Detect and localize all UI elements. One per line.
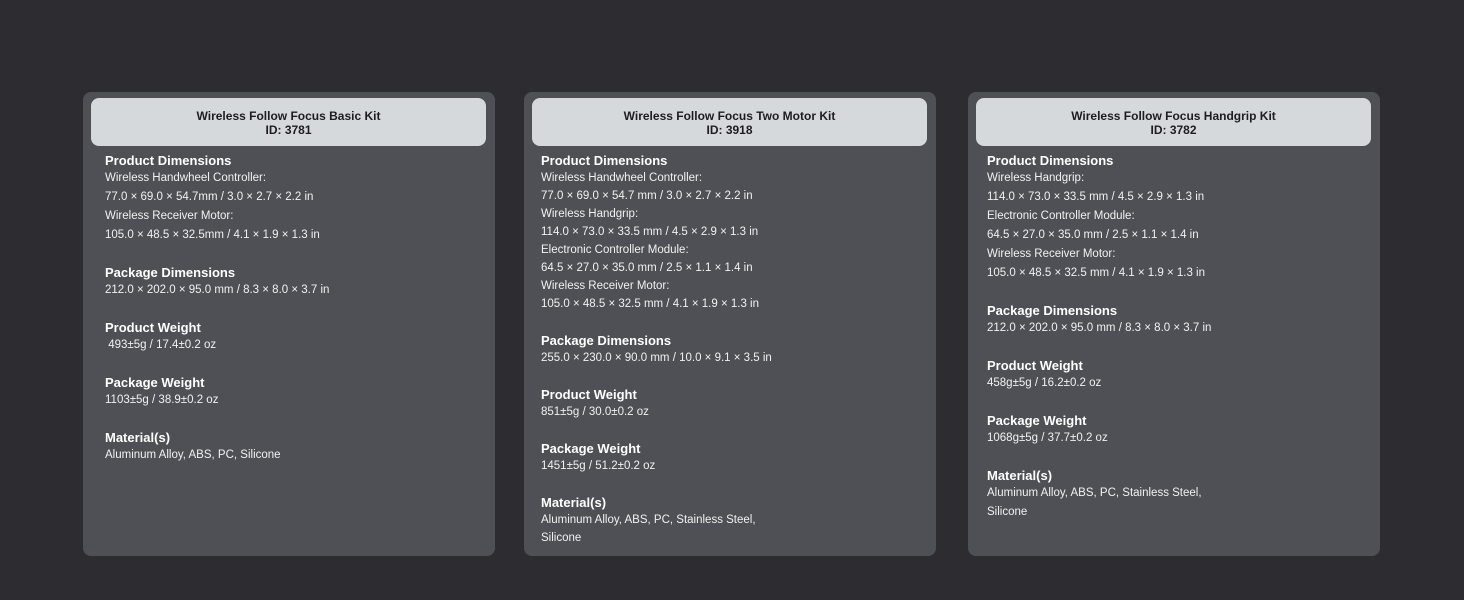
spec-line: 212.0 × 202.0 × 95.0 mm / 8.3 × 8.0 × 3.… <box>105 284 330 296</box>
spec-section: Package Weight 1103±5g / 38.9±0.2 oz <box>105 374 485 410</box>
spec-line: 493±5g / 17.4±0.2 oz <box>105 339 217 351</box>
spec-section-title: Product Dimensions <box>541 153 668 168</box>
spec-section-title: Product Dimensions <box>987 153 1114 168</box>
spec-line: Wireless Handgrip: <box>987 172 1085 184</box>
spec-line: Aluminum Alloy, ABS, PC, Stainless Steel… <box>541 514 756 526</box>
product-id: ID: 3782 <box>1150 123 1197 137</box>
spec-line: 64.5 × 27.0 × 35.0 mm / 2.5 × 1.1 × 1.4 … <box>987 229 1199 241</box>
spec-section: Package Dimensions 212.0 × 202.0 × 95.0 m… <box>987 302 1370 338</box>
spec-line: Electronic Controller Module: <box>541 244 689 256</box>
spec-list: Product Dimensions Wireless Handwheel Con… <box>105 152 485 484</box>
spec-section-title: Package Weight <box>541 441 641 456</box>
spec-line: 77.0 × 69.0 × 54.7mm / 3.0 × 2.7 × 2.2 i… <box>105 191 314 203</box>
spec-section: Package Weight 1068g±5g / 37.7±0.2 oz <box>987 412 1370 448</box>
product-card: Wireless Follow Focus Two Motor Kit ID: … <box>524 92 936 556</box>
spec-section: Product Dimensions Wireless Handgrip: 114.… <box>987 152 1370 283</box>
spec-section: Material(s) Aluminum Alloy, ABS, PC, Stai… <box>541 494 926 547</box>
spec-section: Product Weight 493±5g / 17.4±0.2 oz <box>105 319 485 355</box>
spec-list: Product Dimensions Wireless Handwheel Con… <box>541 152 926 566</box>
spec-line: 77.0 × 69.0 × 54.7 mm / 3.0 × 2.7 × 2.2 … <box>541 190 753 202</box>
spec-list: Product Dimensions Wireless Handgrip: 114.… <box>987 152 1370 541</box>
spec-section-title: Product Weight <box>105 320 201 335</box>
spec-section: Package Dimensions 255.0 × 230.0 × 90.0 m… <box>541 332 926 367</box>
product-title: Wireless Follow Focus Two Motor Kit <box>623 109 836 123</box>
spec-line: Wireless Handwheel Controller: <box>105 172 267 184</box>
spec-line: 851±5g / 30.0±0.2 oz <box>541 406 649 418</box>
spec-line: Wireless Receiver Motor: <box>105 210 234 222</box>
spec-section: Material(s) Aluminum Alloy, ABS, PC, Sili… <box>105 429 485 465</box>
product-id: ID: 3781 <box>265 123 312 137</box>
spec-line: 458g±5g / 16.2±0.2 oz <box>987 377 1102 389</box>
spec-line: Aluminum Alloy, ABS, PC, Stainless Steel… <box>987 487 1202 499</box>
spec-line: 212.0 × 202.0 × 95.0 mm / 8.3 × 8.0 × 3.… <box>987 322 1212 334</box>
spec-section-title: Material(s) <box>987 468 1053 483</box>
spec-section-title: Product Weight <box>987 358 1083 373</box>
spec-section-title: Package Weight <box>105 375 205 390</box>
spec-line: 114.0 × 73.0 × 33.5 mm / 4.5 × 2.9 × 1.3… <box>987 191 1205 203</box>
card-header: Wireless Follow Focus Handgrip Kit ID: 3… <box>976 98 1371 146</box>
product-title: Wireless Follow Focus Handgrip Kit <box>1071 109 1276 123</box>
spec-line: Electronic Controller Module: <box>987 210 1135 222</box>
spec-line: Silicone <box>987 506 1028 518</box>
product-id: ID: 3918 <box>706 123 753 137</box>
spec-section: Material(s) Aluminum Alloy, ABS, PC, Stai… <box>987 467 1370 522</box>
spec-section-title: Package Weight <box>987 413 1087 428</box>
spec-line: 1103±5g / 38.9±0.2 oz <box>105 394 219 406</box>
spec-section: Product Weight 851±5g / 30.0±0.2 oz <box>541 386 926 421</box>
product-card: Wireless Follow Focus Basic Kit ID: 3781… <box>83 92 495 556</box>
spec-line: Wireless Receiver Motor: <box>987 248 1116 260</box>
spec-section: Product Dimensions Wireless Handwheel Con… <box>105 152 485 245</box>
spec-line: 255.0 × 230.0 × 90.0 mm / 10.0 × 9.1 × 3… <box>541 352 772 364</box>
spec-line: Wireless Handwheel Controller: <box>541 172 703 184</box>
spec-section-title: Product Weight <box>541 387 637 402</box>
spec-line: 105.0 × 48.5 × 32.5 mm / 4.1 × 1.9 × 1.3… <box>541 298 760 310</box>
spec-section-title: Material(s) <box>541 495 607 510</box>
spec-line: 114.0 × 73.0 × 33.5 mm / 4.5 × 2.9 × 1.3… <box>541 226 759 238</box>
spec-line: Wireless Handgrip: <box>541 208 639 220</box>
product-card: Wireless Follow Focus Handgrip Kit ID: 3… <box>968 92 1380 556</box>
spec-line: 1451±5g / 51.2±0.2 oz <box>541 460 656 472</box>
spec-line: 1068g±5g / 37.7±0.2 oz <box>987 432 1108 444</box>
spec-section-title: Package Dimensions <box>987 303 1118 318</box>
spec-line: 105.0 × 48.5 × 32.5mm / 4.1 × 1.9 × 1.3 … <box>105 229 320 241</box>
spec-section-title: Material(s) <box>105 430 171 445</box>
spec-section: Product Weight 458g±5g / 16.2±0.2 oz <box>987 357 1370 393</box>
spec-section: Product Dimensions Wireless Handwheel Con… <box>541 152 926 313</box>
card-header: Wireless Follow Focus Basic Kit ID: 3781 <box>91 98 486 146</box>
product-title: Wireless Follow Focus Basic Kit <box>196 109 381 123</box>
spec-section-title: Package Dimensions <box>105 265 236 280</box>
spec-line: Wireless Receiver Motor: <box>541 280 670 292</box>
spec-section: Package Dimensions 212.0 × 202.0 × 95.0 m… <box>105 264 485 300</box>
spec-line: Silicone <box>541 532 582 544</box>
spec-line: 64.5 × 27.0 × 35.0 mm / 2.5 × 1.1 × 1.4 … <box>541 262 753 274</box>
spec-section-title: Product Dimensions <box>105 153 232 168</box>
spec-section-title: Package Dimensions <box>541 333 672 348</box>
spec-section: Package Weight 1451±5g / 51.2±0.2 oz <box>541 440 926 475</box>
spec-line: 105.0 × 48.5 × 32.5 mm / 4.1 × 1.9 × 1.3… <box>987 267 1206 279</box>
spec-line: Aluminum Alloy, ABS, PC, Silicone <box>105 449 281 461</box>
card-header: Wireless Follow Focus Two Motor Kit ID: … <box>532 98 927 146</box>
